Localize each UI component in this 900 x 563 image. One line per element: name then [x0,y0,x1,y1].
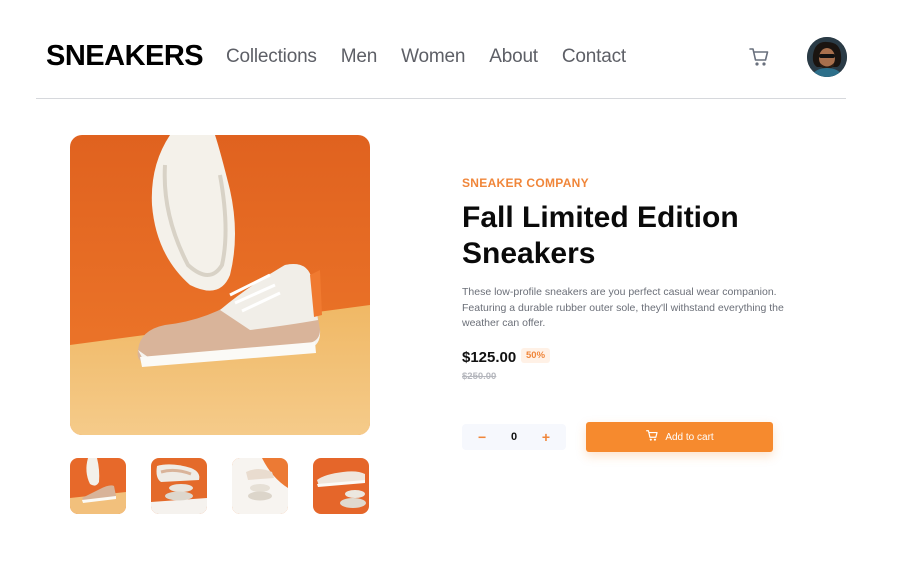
thumbnail-1[interactable] [70,458,126,514]
quantity-stepper: − 0 + [462,424,566,450]
nav-item-men[interactable]: Men [341,46,378,68]
thumbnail-4[interactable] [313,458,369,514]
product-description: These low-profile sneakers are you perfe… [462,286,784,329]
thumbnail-strip [70,458,369,514]
cart-icon [645,429,659,445]
company-label: SNEAKER COMPANY [462,176,589,190]
original-price: $250.00 [462,371,497,382]
nav-item-women[interactable]: Women [401,46,465,68]
add-to-cart-button[interactable]: Add to cart [586,422,773,452]
nav-item-about[interactable]: About [489,46,538,68]
cart-icon[interactable] [748,46,770,68]
logo[interactable]: SNEAKERS [46,40,204,73]
discount-badge: 50% [521,348,551,363]
thumbnail-2[interactable] [151,458,207,514]
quantity-value: 0 [510,431,518,443]
nav-item-collections[interactable]: Collections [226,46,317,68]
thumbnail-3[interactable] [232,458,288,514]
current-price: $125.00 [462,349,517,366]
decrement-button[interactable]: − [478,430,486,444]
increment-button[interactable]: + [542,430,550,444]
product-title: Fall Limited Edition Sneakers [462,201,739,270]
add-to-cart-label: Add to cart [665,431,714,443]
nav-item-contact[interactable]: Contact [562,46,626,68]
product-main-image[interactable] [70,135,370,435]
avatar[interactable] [807,37,847,77]
main-nav: Collections Men Women About Contact [226,46,650,68]
header-divider [36,98,846,99]
